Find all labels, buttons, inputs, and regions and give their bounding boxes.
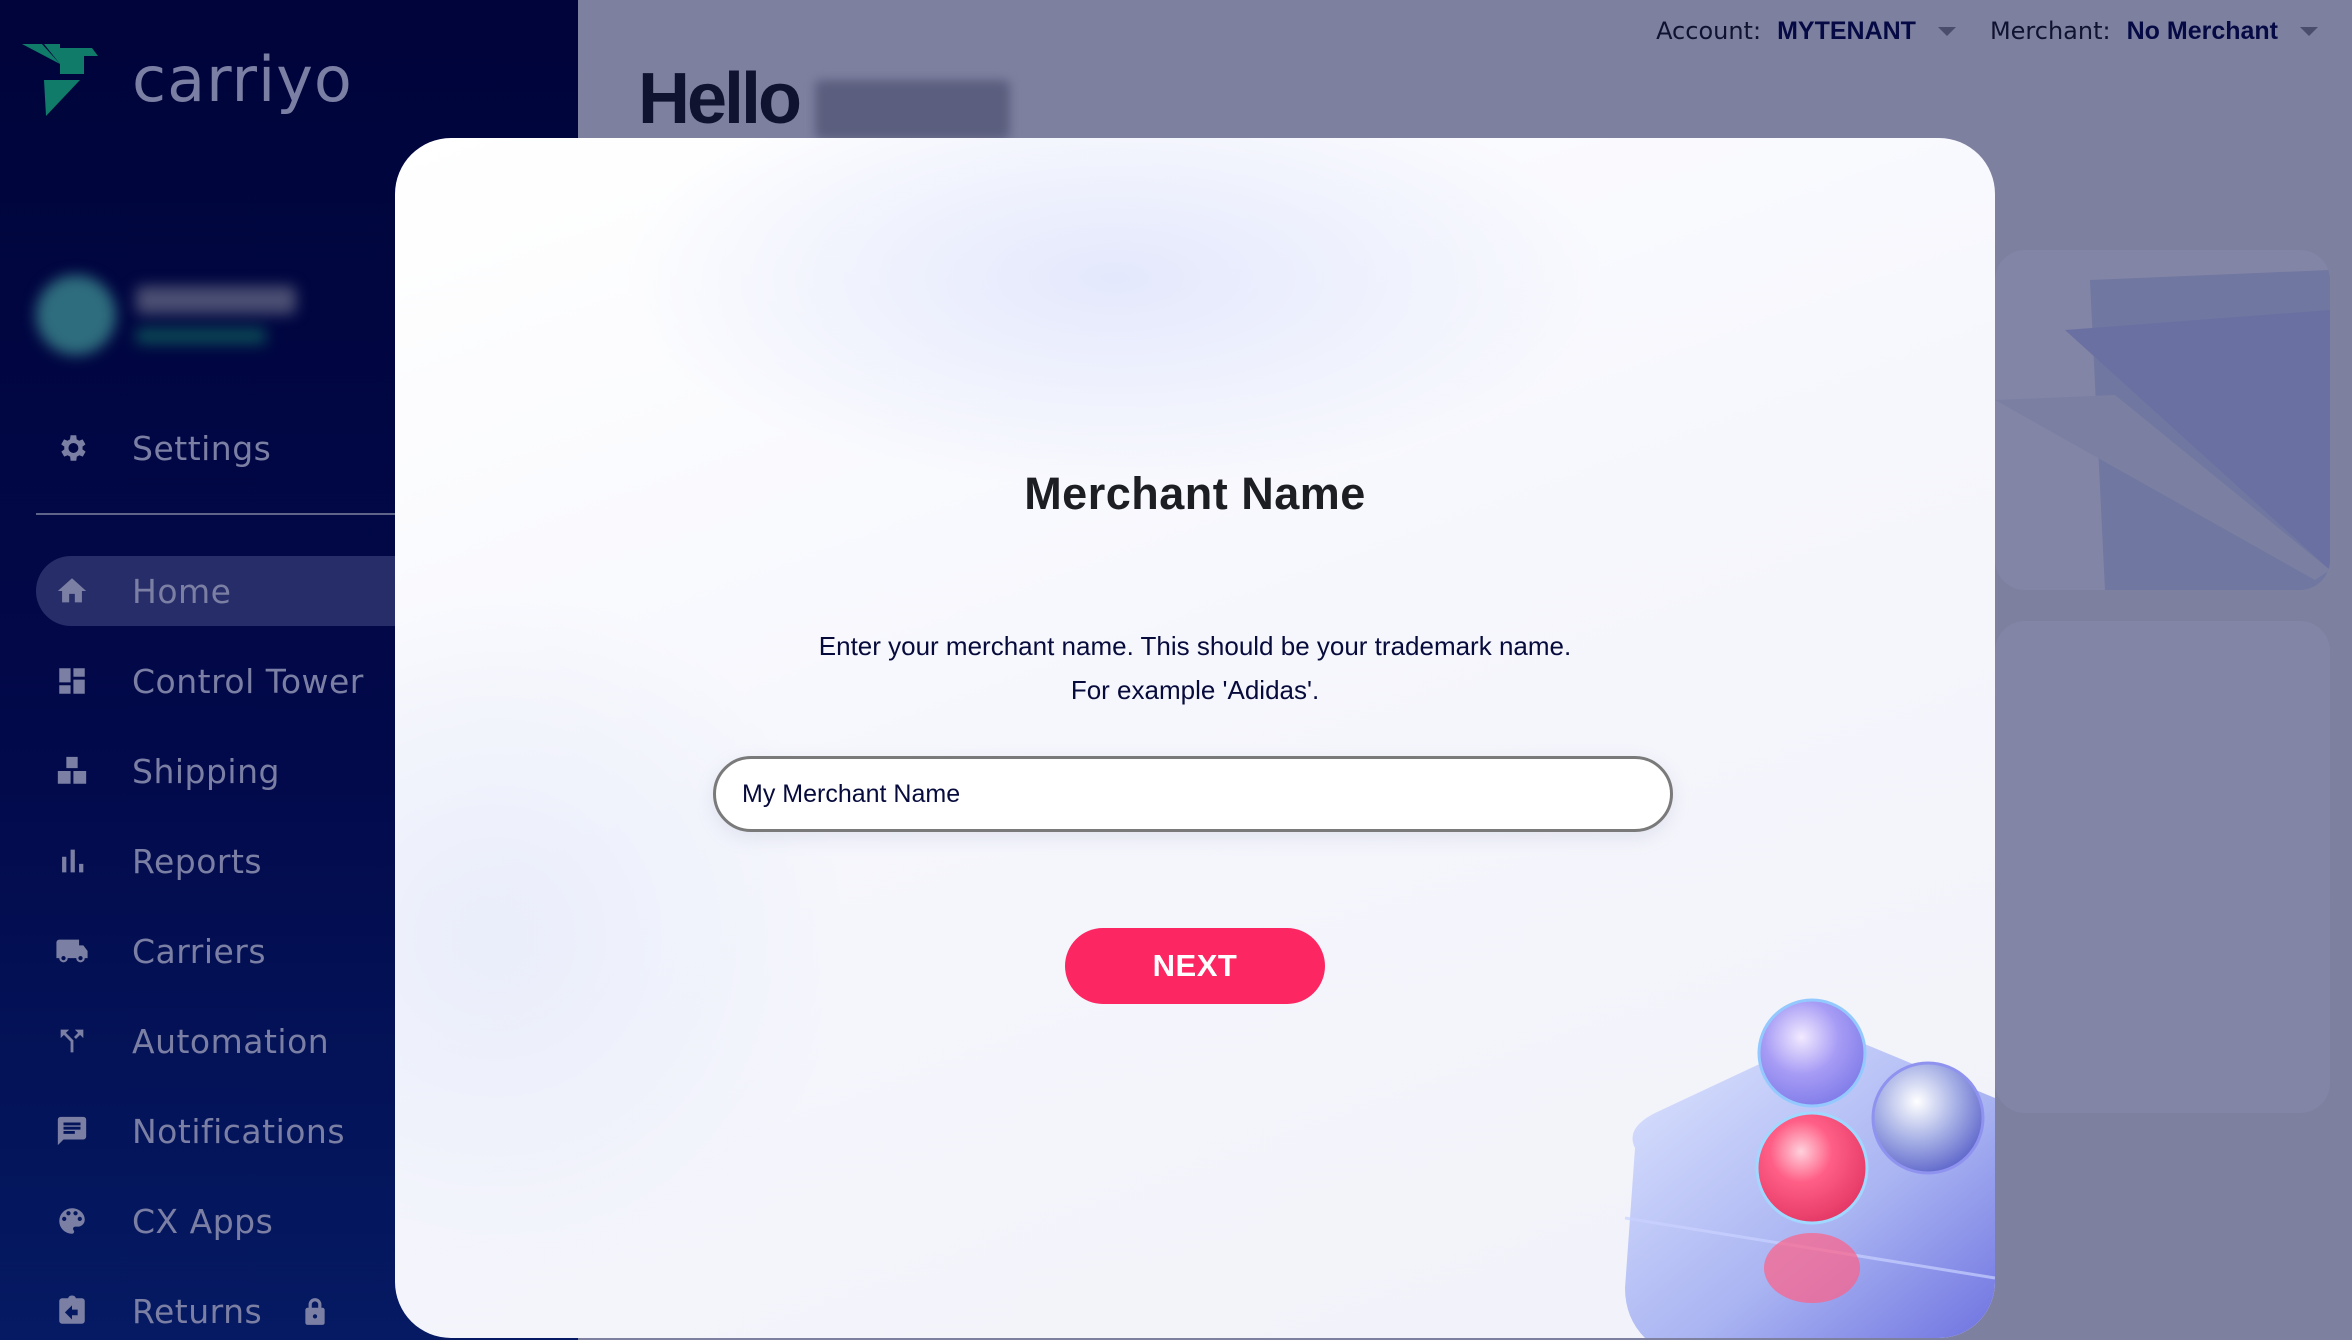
account-value: MYTENANT bbox=[1777, 16, 1916, 45]
sidebar-item-label: Carriers bbox=[132, 931, 267, 971]
merchant-value: No Merchant bbox=[2126, 16, 2278, 45]
sidebar-item-label: Settings bbox=[132, 428, 272, 468]
user-role-blurred bbox=[136, 328, 266, 344]
dialog-description: Enter your merchant name. This should be… bbox=[395, 624, 1995, 712]
paper-plane-illustration bbox=[1995, 270, 2330, 590]
fork-arrows-icon bbox=[54, 1023, 90, 1059]
palette-icon bbox=[54, 1203, 90, 1239]
dialog-title: Merchant Name bbox=[1024, 468, 1366, 519]
chevron-down-icon bbox=[2300, 26, 2318, 36]
sidebar-item-label: Shipping bbox=[132, 751, 280, 791]
merchant-selector[interactable]: Merchant: No Merchant bbox=[1990, 17, 2318, 46]
chat-icon bbox=[54, 1113, 90, 1149]
truck-icon bbox=[54, 933, 90, 969]
gear-icon bbox=[54, 430, 90, 466]
user-name-blurred bbox=[815, 80, 1011, 140]
lock-icon bbox=[305, 1298, 325, 1325]
chevron-down-icon bbox=[1937, 26, 1956, 36]
account-label: Account: bbox=[1656, 17, 1762, 45]
next-button[interactable]: NEXT bbox=[1065, 928, 1325, 1004]
description-line-2: For example 'Adidas'. bbox=[1070, 675, 1320, 705]
boxes-icon bbox=[54, 753, 90, 789]
sidebar-item-label: CX Apps bbox=[132, 1201, 274, 1241]
sidebar-item-label: Reports bbox=[132, 841, 263, 881]
merchant-label: Merchant: bbox=[1989, 17, 2111, 45]
sidebar-item-label: Automation bbox=[132, 1021, 330, 1061]
carriyo-logo-icon bbox=[22, 44, 98, 116]
user-name-blurred bbox=[136, 286, 296, 314]
sidebar-item-label: Home bbox=[132, 571, 232, 611]
sidebar-item-label: Returns bbox=[132, 1291, 263, 1331]
background-card-illustration bbox=[1995, 250, 2330, 590]
avatar bbox=[36, 275, 116, 355]
merchant-name-dialog: Merchant Name Enter your merchant name. … bbox=[395, 138, 1995, 1338]
sidebar-item-label: Notifications bbox=[132, 1111, 346, 1151]
greeting-text: Hello bbox=[638, 59, 802, 139]
bar-chart-icon bbox=[54, 843, 90, 879]
background-card bbox=[1995, 873, 2330, 1113]
home-icon bbox=[54, 573, 90, 609]
brand-name: carriyo bbox=[132, 43, 353, 116]
sidebar-item-label: Control Tower bbox=[132, 661, 364, 701]
account-selector[interactable]: Account: MYTENANT bbox=[1656, 17, 1956, 46]
merchant-name-input[interactable] bbox=[713, 756, 1673, 832]
glass-spheres-illustration bbox=[1624, 998, 1995, 1338]
page-greeting: Hello bbox=[638, 58, 1011, 140]
user-profile[interactable] bbox=[36, 275, 296, 355]
brand-logo[interactable]: carriyo bbox=[22, 44, 353, 116]
dashboard-icon bbox=[54, 663, 90, 699]
description-line-1: Enter your merchant name. This should be… bbox=[818, 631, 1572, 661]
return-icon bbox=[54, 1293, 90, 1329]
top-bar: Account: MYTENANT Merchant: No Merchant bbox=[1656, 14, 2352, 48]
